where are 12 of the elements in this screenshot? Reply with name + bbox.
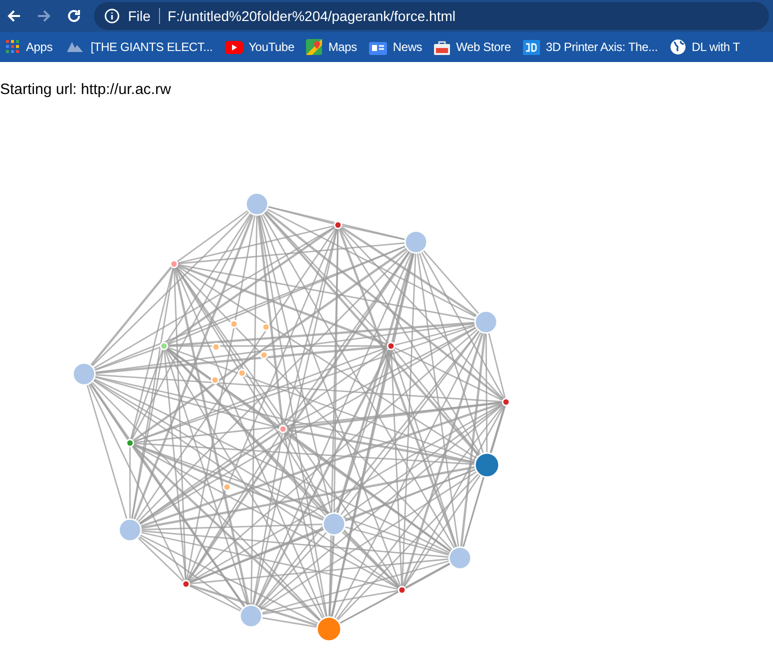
bookmark-link[interactable]: 3D Printer Axis: The... <box>522 38 658 56</box>
address-bar[interactable]: File F:/untitled%20folder%204/pagerank/force.html <box>94 2 769 30</box>
bookmark-link[interactable]: News <box>368 38 422 56</box>
bookmark-link[interactable]: [THE GIANTS ELECT... <box>64 38 213 56</box>
url-text: F:/untitled%20folder%204/pagerank/force.html <box>168 6 456 26</box>
bookmark-link[interactable]: Apps <box>6 38 53 56</box>
starting-url-text: Starting url: http://ur.ac.rw <box>0 80 171 100</box>
bookmark-link[interactable]: Maps <box>306 38 357 56</box>
bookmark-link[interactable]: YouTube <box>224 38 294 56</box>
bookmark-link[interactable]: DL with T <box>670 38 740 56</box>
security-label: File <box>128 6 151 26</box>
bookmark-link[interactable]: Web Store <box>434 38 511 56</box>
